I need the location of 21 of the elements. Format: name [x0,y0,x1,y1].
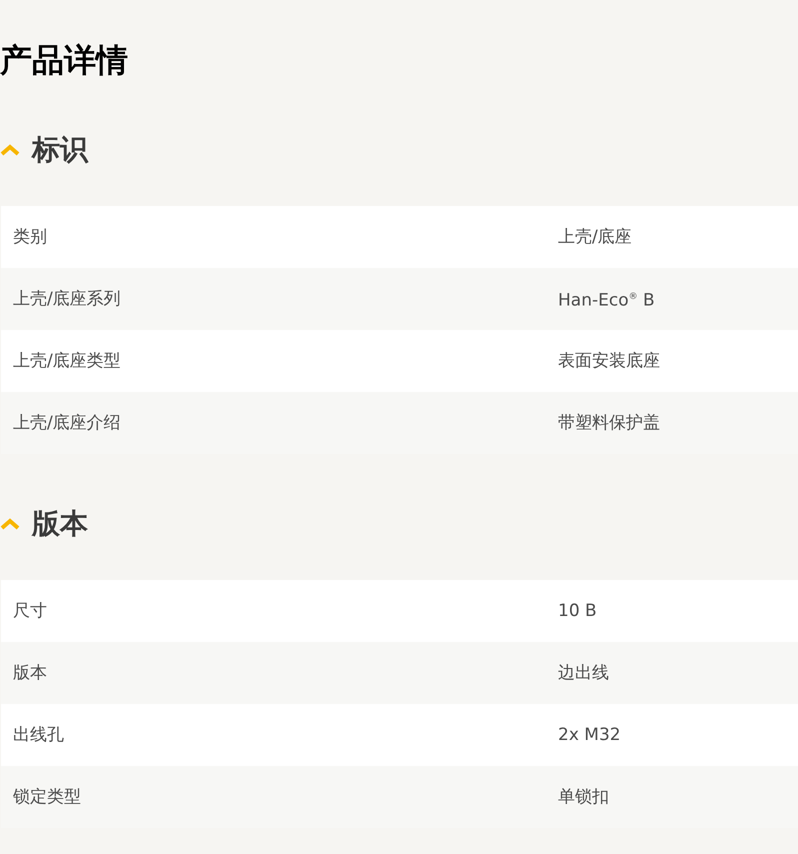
spec-value: 表面安装底座 [558,350,660,373]
spec-label: 上壳/底座介绍 [12,412,122,435]
spec-label: 上壳/底座系列 [12,288,122,311]
spec-label: 类别 [12,226,48,249]
spec-value: Han-Eco$^{®}$ B [558,290,655,313]
spec-value: 上壳/底座 [558,226,632,249]
spec-value: 10 B [558,600,597,623]
spec-value: 带塑料保护盖 [558,412,660,435]
chevron-icon[interactable] [0,143,20,157]
spec-value: 单锁扣 [558,786,609,809]
spec-label: 版本 [12,662,48,685]
spec-value: 2x M32 [558,724,621,747]
section-heading: 标识 [32,132,88,168]
spec-value: 边出线 [558,662,609,685]
spec-label: 出线孔 [12,724,65,747]
spec-label: 锁定类型 [12,786,82,809]
spec-label: 尺寸 [12,600,48,623]
section-heading: 版本 [32,506,88,542]
chevron-icon[interactable] [0,517,20,531]
spec-label: 上壳/底座类型 [12,350,122,373]
page-title: 产品详情 [0,40,129,80]
